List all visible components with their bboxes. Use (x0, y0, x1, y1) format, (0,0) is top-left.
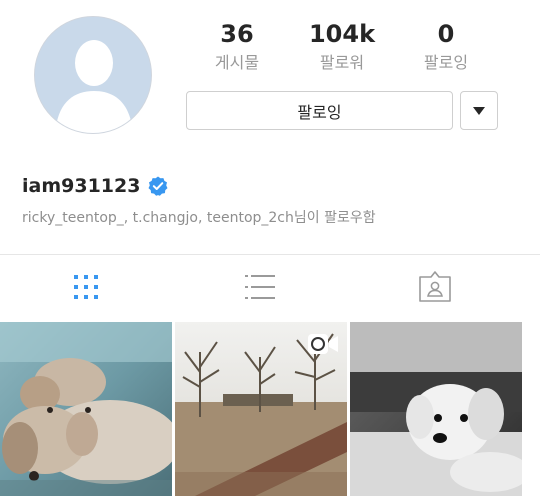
username-row: iam931123 (22, 175, 168, 197)
post-thumbnail[interactable] (0, 322, 172, 496)
verified-badge-icon (148, 176, 168, 196)
posts-count: 36 (220, 20, 254, 48)
grid-icon (74, 275, 98, 299)
followers-stat[interactable]: 104k 팔로워 (287, 20, 397, 74)
posts-stat[interactable]: 36 게시물 (182, 20, 292, 74)
followed-by-text[interactable]: ricky_teentop_, t.changjo, teentop_2ch님이… (22, 207, 376, 227)
post-thumbnail-video[interactable] (175, 322, 347, 496)
caret-down-icon (473, 106, 485, 115)
followers-count: 104k (308, 20, 376, 48)
post-thumbnail[interactable] (350, 322, 522, 496)
posts-label: 게시물 (214, 53, 260, 72)
following-stat[interactable]: 0 팔로잉 (391, 20, 501, 74)
tabs-divider (0, 254, 540, 255)
tagged-person-icon (419, 271, 451, 302)
followers-label: 팔로워 (319, 53, 365, 72)
tab-grid[interactable] (64, 268, 108, 306)
following-label: 팔로잉 (423, 53, 469, 72)
list-icon (245, 275, 275, 299)
username: iam931123 (22, 175, 141, 197)
following-button-label: 팔로잉 (297, 102, 342, 122)
suggested-dropdown-button[interactable] (460, 91, 498, 130)
white-dog-photo (350, 322, 522, 496)
video-camera-icon (308, 334, 338, 354)
default-avatar-icon (35, 17, 151, 133)
tab-list[interactable] (238, 268, 282, 306)
tab-tagged[interactable] (413, 268, 457, 306)
dogs-photo (0, 322, 172, 496)
following-count: 0 (437, 20, 455, 48)
avatar[interactable] (34, 16, 152, 134)
following-button[interactable]: 팔로잉 (186, 91, 453, 130)
